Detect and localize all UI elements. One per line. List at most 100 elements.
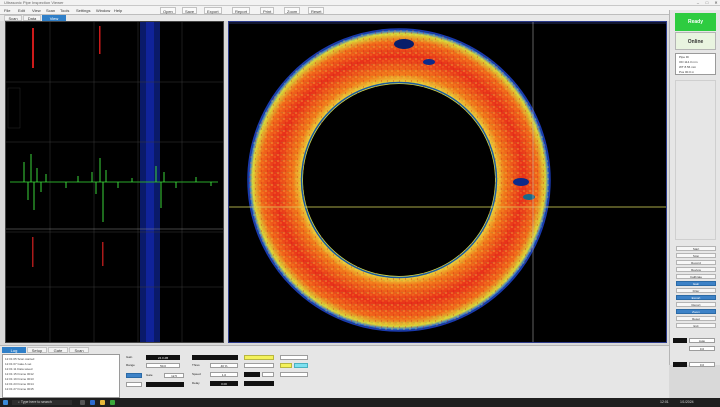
gate-value[interactable]: 12.5 xyxy=(164,373,184,378)
zoom-button[interactable]: Zoom xyxy=(284,7,301,14)
zoom-side-button[interactable]: Zoom xyxy=(676,309,716,314)
info-line-4: Pos 00.0 m xyxy=(679,70,695,74)
search-placeholder: Type here to search xyxy=(20,400,52,404)
delay-value[interactable]: 0.00 xyxy=(210,381,238,386)
report-side-button[interactable]: Report xyxy=(676,302,716,307)
mode-value[interactable]: Auto xyxy=(689,338,715,343)
gate-c-color[interactable] xyxy=(294,363,308,368)
info-box: Pipe ID OD 114.3 mm WT 8.56 mm Pos 00.0 … xyxy=(675,53,716,75)
gate-b-value[interactable] xyxy=(280,372,308,377)
thres-value[interactable]: 40 % xyxy=(210,363,238,368)
clock-time: 12:01 xyxy=(660,400,669,404)
bscan-plot xyxy=(6,22,223,342)
open-button[interactable]: Open xyxy=(160,7,176,14)
menu-file[interactable]: File xyxy=(4,7,10,14)
status-online: Online xyxy=(675,32,716,50)
log-row: 12:01:07 Gate A set xyxy=(5,362,32,366)
mode-value-a[interactable]: 0.0 xyxy=(689,346,715,351)
gate-a-mode[interactable] xyxy=(244,381,274,386)
report-button[interactable]: Report xyxy=(232,7,251,14)
clock-date: 1/1/2024 xyxy=(680,400,694,404)
info-line-1: Pipe ID xyxy=(679,55,689,59)
delay-label: Delay xyxy=(192,381,200,385)
speed-value[interactable]: 1.0 xyxy=(210,372,238,377)
gate-a-step[interactable] xyxy=(262,372,274,377)
export-side-button[interactable]: Export xyxy=(676,295,716,300)
tab-setup[interactable]: Setup xyxy=(27,347,47,353)
tab-scan-bottom[interactable]: Scan xyxy=(69,347,89,353)
print-button[interactable]: Print xyxy=(260,7,275,14)
save-button[interactable]: Save xyxy=(182,7,198,14)
gate-step-button[interactable] xyxy=(126,382,142,387)
tab-log[interactable]: Log xyxy=(2,347,26,353)
range-value[interactable]: 50.0 xyxy=(146,363,180,368)
menu-edit[interactable]: Edit xyxy=(18,7,25,14)
calibrate-button[interactable]: Calibrate xyxy=(676,274,716,279)
scale-strip xyxy=(7,87,21,129)
gate-a-color[interactable] xyxy=(244,355,274,360)
menu-window[interactable]: Window xyxy=(96,7,110,14)
folder-icon[interactable] xyxy=(100,400,105,405)
defect-spot-3 xyxy=(513,178,529,186)
cscan-plot xyxy=(229,22,666,342)
menu-tools[interactable]: Tools xyxy=(60,7,69,14)
menu-view[interactable]: View xyxy=(32,7,41,14)
gate-b-field[interactable] xyxy=(280,355,308,360)
edge-icon[interactable] xyxy=(90,400,95,405)
bscan-view[interactable] xyxy=(5,21,224,343)
app-icon[interactable] xyxy=(110,400,115,405)
side-panel-blank xyxy=(675,80,716,240)
gate-a-field[interactable] xyxy=(244,363,274,368)
menu-settings[interactable]: Settings xyxy=(76,7,90,14)
log-row: 12:01:23 Frame 0014 xyxy=(5,382,34,386)
gate-label: Gate xyxy=(146,373,153,377)
pipe-bore xyxy=(303,84,495,276)
toolbar: File Edit View Scan Tools Settings Windo… xyxy=(0,6,720,15)
gain-label: Gain xyxy=(126,355,133,359)
gate-mode-field[interactable] xyxy=(146,382,184,387)
record-button[interactable]: Record xyxy=(676,260,716,265)
taskview-icon[interactable] xyxy=(80,400,85,405)
red-marker-3 xyxy=(32,237,34,267)
gain-button[interactable]: Gain xyxy=(676,281,716,286)
red-marker-1 xyxy=(32,28,34,68)
reset-side-button[interactable]: Reset xyxy=(676,316,716,321)
menu-help[interactable]: Help xyxy=(114,7,122,14)
mode-toggle-b[interactable] xyxy=(673,362,687,367)
log-row: 12:01:11 Data saved xyxy=(5,367,33,371)
defect-spot-1 xyxy=(394,39,414,49)
menu-scan[interactable]: Scan xyxy=(46,7,55,14)
setup-header xyxy=(192,355,238,360)
gain-value[interactable]: 24.0 dB xyxy=(146,355,180,360)
mode-toggle[interactable] xyxy=(673,338,687,343)
tab-gate[interactable]: Gate xyxy=(48,347,68,353)
defect-spot-2 xyxy=(423,59,435,65)
info-line-2: OD 114.3 mm xyxy=(679,60,698,64)
ascan-signal xyxy=(23,154,212,222)
start-button[interactable]: Start xyxy=(676,246,716,251)
side-panel: Ready Online Pipe ID OD 114.3 mm WT 8.56… xyxy=(669,10,720,365)
thres-label: Thres xyxy=(192,363,200,367)
export-button[interactable]: Export xyxy=(204,7,222,14)
info-line-3: WT 8.56 mm xyxy=(679,65,697,69)
log-list[interactable]: 12:01:05 Scan started 12:01:07 Gate A se… xyxy=(2,354,120,398)
filter-button[interactable]: Filter xyxy=(676,288,716,293)
stop-button[interactable]: Stop xyxy=(676,253,716,258)
range-apply-button[interactable] xyxy=(126,373,142,378)
log-row: 12:01:19 Frame 0013 xyxy=(5,377,34,381)
cscan-view[interactable] xyxy=(228,21,667,343)
log-row: 12:01:15 Frame 0012 xyxy=(5,372,34,376)
review-button[interactable]: Review xyxy=(676,267,716,272)
gate-b-color[interactable] xyxy=(280,363,292,368)
bottom-panel: Log Setup Gate Scan 12:01:05 Scan starte… xyxy=(0,345,669,398)
log-row: 12:01:05 Scan started xyxy=(5,357,35,361)
exit-button[interactable]: Exit xyxy=(676,323,716,328)
mode-value-b[interactable]: 0.0 xyxy=(689,362,715,367)
mode-cluster: Auto 0.0 0.0 xyxy=(673,336,717,370)
gate-a-toggle[interactable] xyxy=(244,372,260,377)
windows-icon[interactable] xyxy=(3,400,8,405)
taskbar: ⌕ Type here to search 12:01 1/1/2024 xyxy=(0,398,720,407)
app-window: Ultrasonic Pipe Inspection Viewer – □ ✕ … xyxy=(0,0,720,407)
search-box[interactable]: ⌕ Type here to search xyxy=(12,400,72,405)
reset-button[interactable]: Reset xyxy=(308,7,325,14)
